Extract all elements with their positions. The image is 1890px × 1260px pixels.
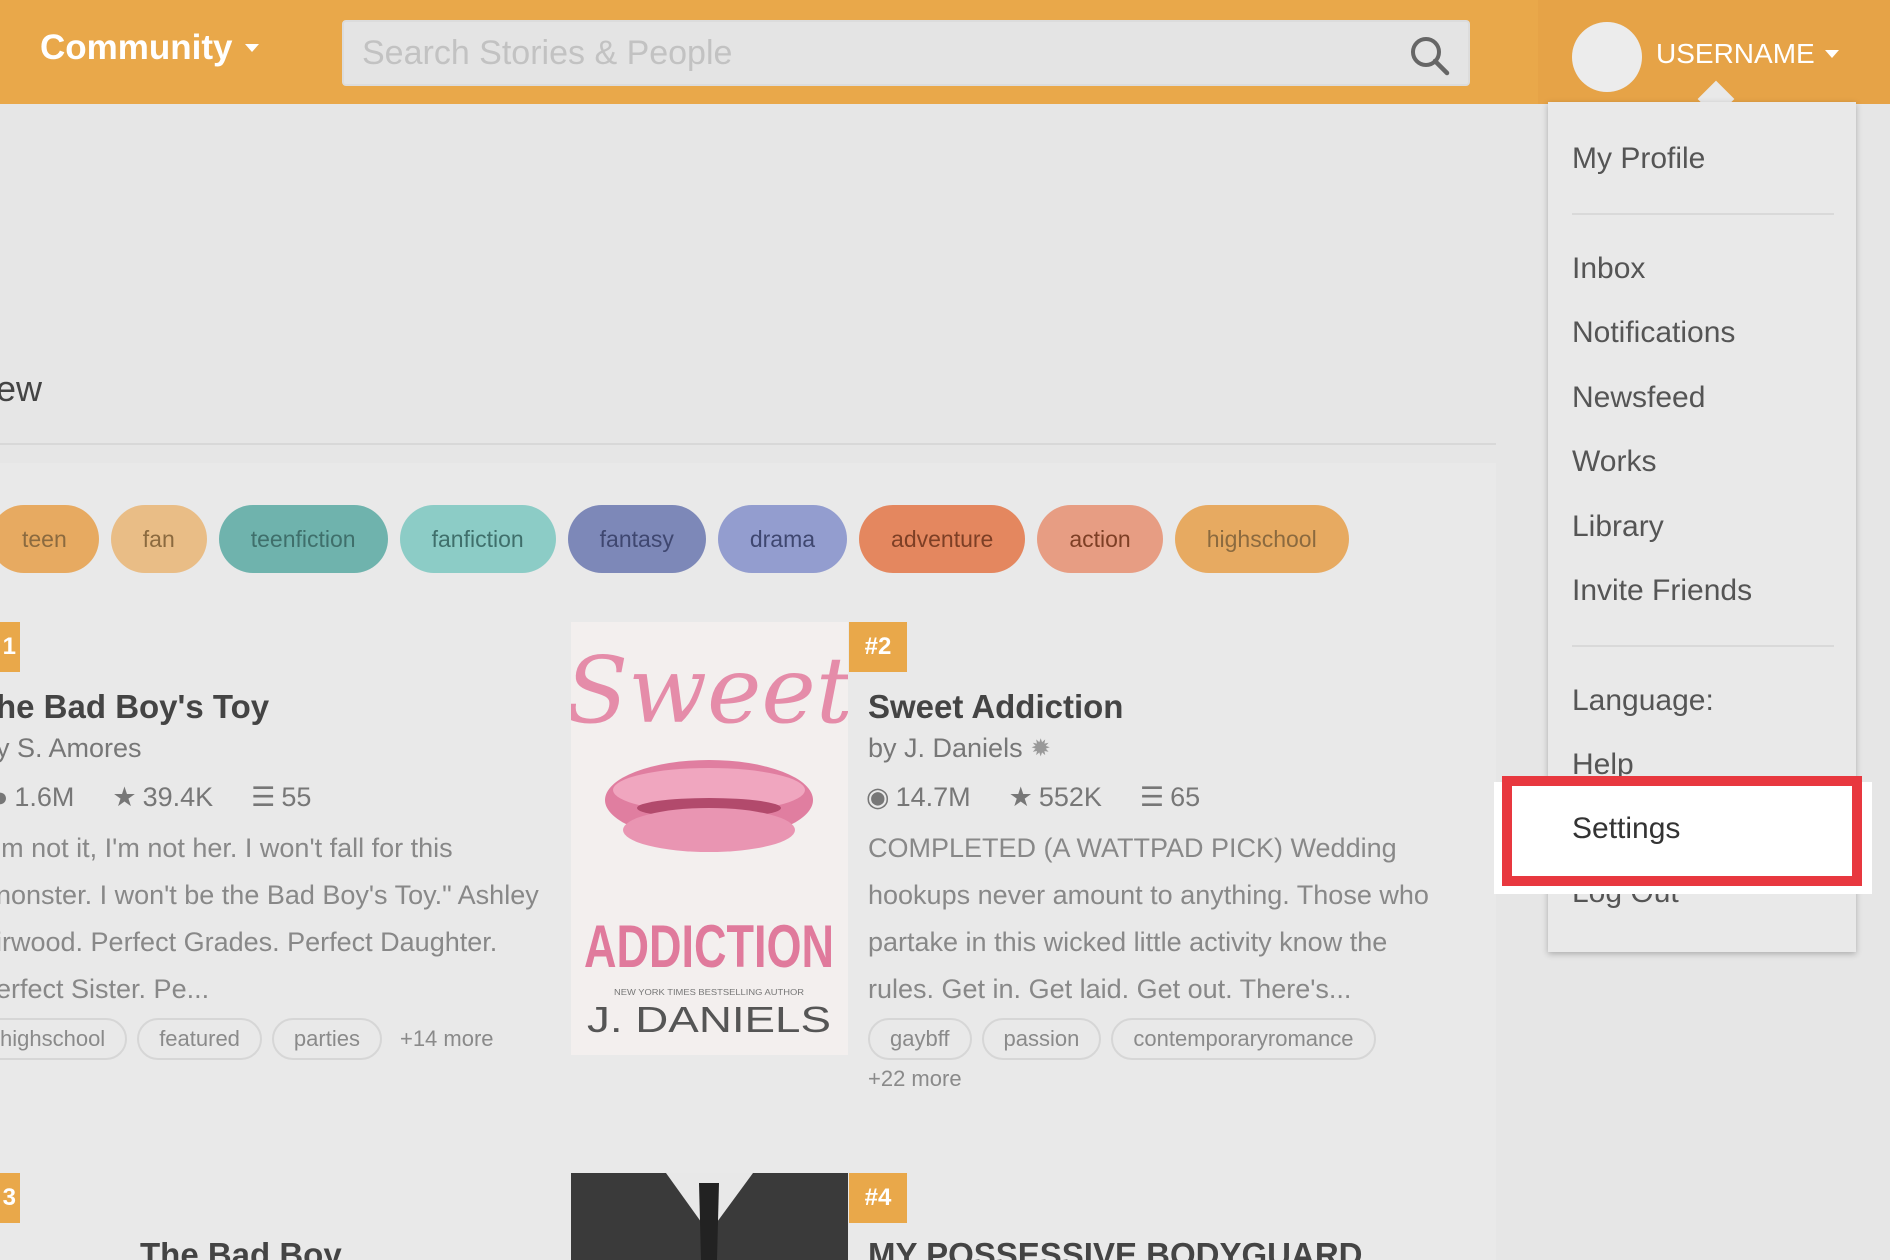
story-stats: ◉ 14.7M ★ 552K ☰ 65 <box>866 782 1200 813</box>
parts-count: 65 <box>1170 782 1201 812</box>
story-tag[interactable]: contemporaryromance <box>1111 1018 1376 1060</box>
desc-line: rules. Get in. Get laid. Get out. There'… <box>868 974 1352 1004</box>
tag-action[interactable]: action <box>1037 505 1163 573</box>
settings-highlight-box <box>1502 776 1862 886</box>
story-tag[interactable]: featured <box>137 1018 262 1060</box>
tag-adventure[interactable]: adventure <box>859 505 1026 573</box>
community-label: Community <box>40 28 233 67</box>
cover-art <box>571 1173 848 1260</box>
tag-fantasy[interactable]: fantasy <box>567 505 706 573</box>
tag-teen[interactable]: teen <box>0 505 99 573</box>
story-tag[interactable]: highschool <box>0 1018 128 1060</box>
chevron-down-icon <box>1824 50 1839 58</box>
search-input[interactable] <box>344 22 1468 84</box>
rank-badge: #2 <box>849 622 907 672</box>
section-heading: ew <box>0 368 43 409</box>
more-tags-link[interactable]: +14 more <box>392 1026 502 1052</box>
story-tags: highschool featured parties +14 more <box>0 1018 538 1060</box>
reads-count: 14.7M <box>895 782 971 812</box>
eye-icon: ◉ <box>866 782 890 812</box>
desc-line: 'm not it, I'm not her. I won't fall for… <box>0 833 453 863</box>
avatar <box>1572 22 1642 92</box>
top-navbar: Community USERNAME <box>0 0 1890 104</box>
story-title[interactable]: MY POSSESSIVE BODYGUARD <box>868 1236 1363 1260</box>
menu-item-my-profile[interactable]: My Profile <box>1572 142 1705 176</box>
rank-badge: 1 <box>0 622 20 672</box>
story-author[interactable]: by J. Daniels ✹ <box>868 733 1051 764</box>
desc-line: irwood. Perfect Grades. Perfect Daughter… <box>0 927 498 957</box>
verified-icon: ✹ <box>1030 735 1051 762</box>
more-tags-link[interactable]: +22 more <box>868 1066 962 1092</box>
story-author[interactable]: y S. Amores <box>0 733 142 764</box>
star-icon: ★ <box>112 782 137 812</box>
cover-title-text: ADDICTION <box>584 913 834 980</box>
rank-badge: 3 <box>0 1173 20 1223</box>
chevron-down-icon <box>244 44 259 52</box>
cover-author-text: J. DANIELS <box>587 999 831 1040</box>
story-title[interactable]: he Bad Boy's Toy <box>0 688 269 726</box>
cover-tagline-text: NEW YORK TIMES BESTSELLING AUTHOR <box>614 988 804 997</box>
story-tag[interactable]: gaybff <box>868 1018 972 1060</box>
reads-count: 1.6M <box>14 782 75 812</box>
star-icon: ★ <box>1008 782 1033 812</box>
story-cover[interactable]: Sweet ADDICTION NEW YORK TIMES BESTSELLI… <box>571 622 848 1055</box>
story-cover[interactable] <box>571 1173 848 1260</box>
story-stats: ● 1.6M ★ 39.4K ☰ 55 <box>0 782 311 813</box>
menu-item-library[interactable]: Library <box>1572 510 1664 544</box>
desc-line: COMPLETED (A WATTPAD PICK) Wedding <box>868 833 1397 863</box>
cover-art: Sweet ADDICTION NEW YORK TIMES BESTSELLI… <box>571 622 848 1055</box>
divider <box>0 443 1496 445</box>
story-tags: gaybff passion contemporaryromance +22 m… <box>868 1018 1468 1092</box>
menu-divider <box>1572 645 1834 647</box>
story-tag[interactable]: passion <box>981 1018 1102 1060</box>
desc-line: erfect Sister. Pe... <box>0 974 210 1004</box>
menu-item-inbox[interactable]: Inbox <box>1572 252 1645 286</box>
parts-count: 55 <box>281 782 312 812</box>
list-icon: ☰ <box>1139 782 1165 812</box>
desc-line: nonster. I won't be the Bad Boy's Toy." … <box>0 880 539 910</box>
search-bar <box>342 20 1470 86</box>
search-icon[interactable] <box>1408 34 1450 76</box>
story-title[interactable]: Sweet Addiction <box>868 688 1123 726</box>
menu-item-newsfeed[interactable]: Newsfeed <box>1572 381 1705 415</box>
menu-item-works[interactable]: Works <box>1572 445 1656 479</box>
rank-badge: #4 <box>849 1173 907 1223</box>
story-tag[interactable]: parties <box>271 1018 382 1060</box>
username-label: USERNAME <box>1656 38 1815 69</box>
votes-count: 39.4K <box>142 782 214 812</box>
desc-line: hookups never amount to anything. Those … <box>868 880 1429 910</box>
eye-icon: ● <box>0 782 9 812</box>
list-icon: ☰ <box>251 782 276 812</box>
tag-highschool[interactable]: highschool <box>1174 505 1349 573</box>
community-menu[interactable]: Community <box>40 28 259 68</box>
menu-item-language[interactable]: Language: <box>1572 684 1714 718</box>
menu-divider <box>1572 213 1834 215</box>
story-description: COMPLETED (A WATTPAD PICK) Wedding hooku… <box>868 825 1468 1013</box>
menu-item-invite-friends[interactable]: Invite Friends <box>1572 574 1752 608</box>
tag-teenfiction[interactable]: teenfiction <box>218 505 388 573</box>
author-name: by J. Daniels <box>868 733 1023 763</box>
tag-list: teen fan teenfiction fanfiction fantasy … <box>0 505 1349 573</box>
story-title[interactable]: The Bad Boy <box>140 1236 342 1260</box>
tag-fan[interactable]: fan <box>110 505 207 573</box>
votes-count: 552K <box>1038 782 1102 812</box>
desc-line: partake in this wicked little activity k… <box>868 927 1388 957</box>
tag-drama[interactable]: drama <box>717 505 848 573</box>
tag-fanfiction[interactable]: fanfiction <box>399 505 556 573</box>
cover-script-text: Sweet <box>571 637 848 744</box>
story-description: 'm not it, I'm not her. I won't fall for… <box>0 825 556 1013</box>
menu-item-notifications[interactable]: Notifications <box>1572 316 1735 350</box>
